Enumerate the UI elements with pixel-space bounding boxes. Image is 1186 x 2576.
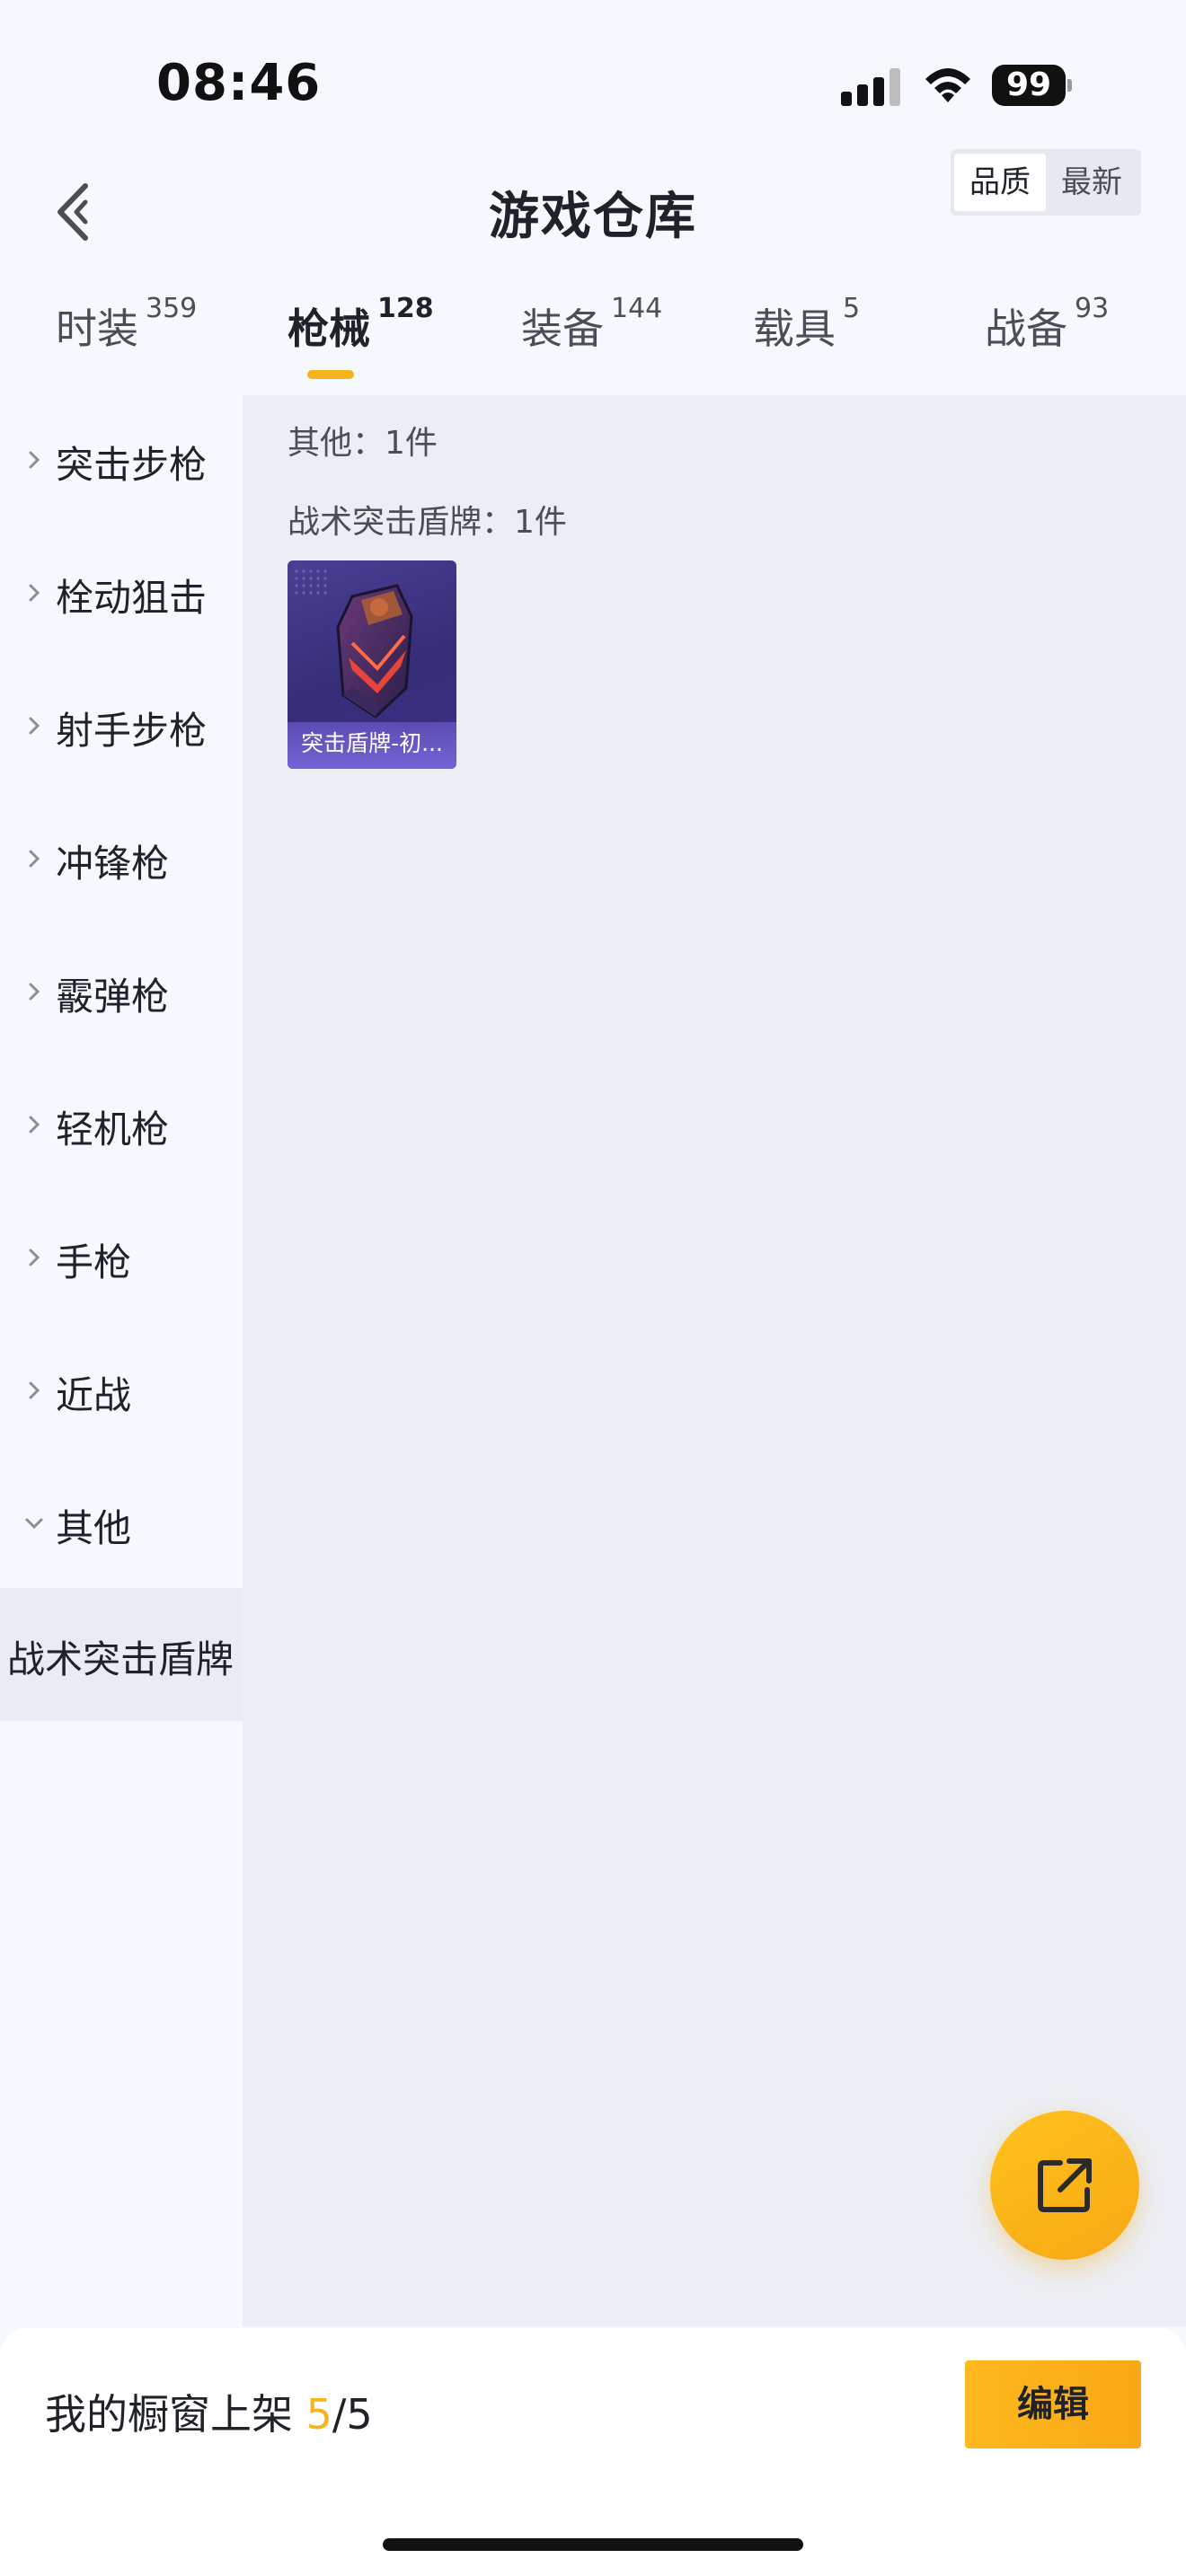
- chevron-right-icon: [29, 983, 40, 1001]
- sort-by-quality[interactable]: 品质: [954, 154, 1046, 211]
- group-label: 其他：1件: [288, 425, 438, 462]
- chevron-right-icon: [29, 850, 40, 868]
- sidebar-item-other[interactable]: 其他: [0, 1459, 243, 1592]
- sidebar-subitem-tactical-shield[interactable]: 战术突击盾牌: [0, 1588, 243, 1721]
- tab-vehicles[interactable]: 载具 5: [753, 293, 860, 356]
- sort-by-newest[interactable]: 最新: [1046, 154, 1137, 211]
- sidebar-item-melee[interactable]: 近战: [0, 1326, 243, 1459]
- edit-button[interactable]: 编辑: [965, 2360, 1141, 2448]
- sort-toggle: 品质 最新: [951, 149, 1141, 216]
- tab-equipment[interactable]: 装备 144: [521, 293, 662, 356]
- active-tab-indicator: [307, 370, 354, 379]
- chevron-right-icon: [29, 584, 40, 602]
- cellular-signal-icon: [841, 68, 900, 106]
- sidebar-item-bolt-sniper[interactable]: 栓动狙击: [0, 528, 243, 661]
- sidebar-item-shotgun[interactable]: 霰弹枪: [0, 927, 243, 1060]
- tab-fashion[interactable]: 时装 359: [56, 293, 197, 356]
- shield-icon: [336, 584, 413, 719]
- home-indicator[interactable]: [383, 2538, 803, 2551]
- chevron-right-icon: [29, 451, 40, 469]
- tab-combat-supplies[interactable]: 战备 93: [985, 293, 1109, 356]
- chevron-right-icon: [29, 1248, 40, 1266]
- chevron-right-icon: [29, 717, 40, 735]
- status-time: 08:46: [156, 54, 322, 112]
- showcase-count: 我的橱窗上架 5/5: [45, 2390, 373, 2439]
- tab-firearms[interactable]: 枪械 128: [288, 293, 434, 356]
- chevron-down-icon: [25, 1518, 43, 1530]
- battery-icon: 99: [992, 65, 1072, 106]
- subgroup-label: 战术突击盾牌：1件: [288, 504, 567, 541]
- item-name: 突击盾牌-初...: [301, 730, 443, 756]
- sidebar-item-assault-rifle[interactable]: 突击步枪: [0, 395, 243, 528]
- chevron-right-icon: [29, 1116, 40, 1134]
- category-tabs: 时装 359 枪械 128 装备 144 载具 5 战备 93: [0, 293, 1186, 395]
- weapon-category-sidebar: 突击步枪 栓动狙击 射手步枪 冲锋枪 霰弹枪 轻机枪 手枪 近战 其他 战术突击…: [0, 395, 243, 2326]
- item-grid-panel: 其他：1件 战术突击盾牌：1件 突击盾牌-初...: [243, 395, 1186, 2326]
- sidebar-item-lmg[interactable]: 轻机枪: [0, 1060, 243, 1193]
- sidebar-item-marksman-rifle[interactable]: 射手步枪: [0, 661, 243, 794]
- share-external-icon: [1038, 2158, 1092, 2212]
- sidebar-item-smg[interactable]: 冲锋枪: [0, 794, 243, 927]
- wifi-icon: [925, 68, 970, 102]
- showcase-bar: 我的橱窗上架 5/5 编辑: [0, 2328, 1186, 2576]
- battery-level: 99: [992, 65, 1066, 106]
- item-card[interactable]: 突击盾牌-初...: [288, 560, 456, 769]
- share-button[interactable]: [990, 2111, 1139, 2260]
- chevron-right-icon: [29, 1381, 40, 1399]
- sidebar-item-pistol[interactable]: 手枪: [0, 1193, 243, 1326]
